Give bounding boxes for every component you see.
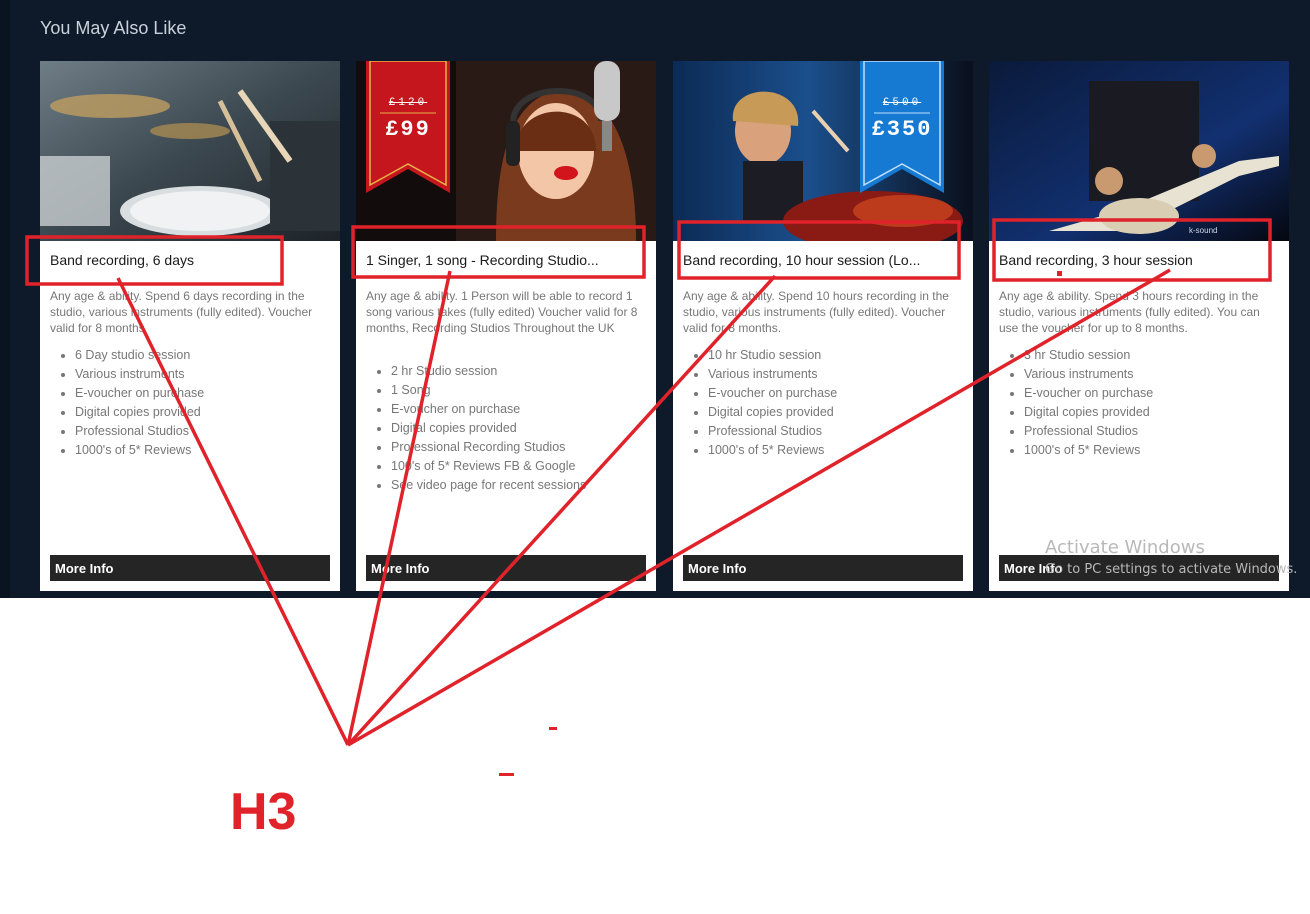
panel-edge [0, 0, 10, 598]
card-description: Any age & ability. Spend 10 hours record… [683, 289, 949, 335]
list-item: 100's of 5* Reviews FB & Google [391, 457, 586, 476]
card-title[interactable]: Band recording, 10 hour session (Lo... [683, 252, 920, 268]
feature-list: 2 hr Studio session 1 Song E-voucher on … [366, 362, 586, 495]
list-item: 3 hr Studio session [1024, 346, 1153, 365]
card-title[interactable]: Band recording, 3 hour session [999, 252, 1193, 268]
list-item: Digital copies provided [75, 403, 204, 422]
list-item: E-voucher on purchase [708, 384, 837, 403]
list-item: See video page for recent sessions [391, 476, 586, 495]
list-item: 2 hr Studio session [391, 362, 586, 381]
list-item: 1000's of 5* Reviews [75, 441, 204, 460]
feature-list: 3 hr Studio session Various instruments … [999, 346, 1153, 460]
product-card[interactable]: k-sound Band recording, 3 hour session A… [989, 61, 1289, 591]
card-image[interactable]: £120 £99 [356, 61, 656, 241]
list-item: Professional Studios [1024, 422, 1153, 441]
price-ribbon: £120 £99 [366, 61, 450, 193]
list-item: E-voucher on purchase [75, 384, 204, 403]
list-item: Digital copies provided [708, 403, 837, 422]
feature-list: 6 Day studio session Various instruments… [50, 346, 204, 460]
old-price: £120 [388, 97, 428, 109]
list-item: 1000's of 5* Reviews [708, 441, 837, 460]
sale-price: £350 [871, 117, 933, 142]
list-item: 6 Day studio session [75, 346, 204, 365]
old-price: £500 [882, 97, 922, 109]
product-card[interactable]: £120 £99 1 Singer, 1 song - Recording St… [356, 61, 656, 591]
more-info-button[interactable]: More Info [366, 555, 646, 581]
card-image[interactable]: £500 £350 [673, 61, 973, 241]
list-item: Various instruments [1024, 365, 1153, 384]
list-item: Various instruments [75, 365, 204, 384]
card-title[interactable]: Band recording, 6 days [50, 252, 194, 268]
list-item: 1 Song [391, 381, 586, 400]
section-title: You May Also Like [40, 18, 187, 38]
feature-list: 10 hr Studio session Various instruments… [683, 346, 837, 460]
card-description: Any age & ability. 1 Person will be able… [366, 289, 638, 335]
card-image[interactable]: k-sound [989, 61, 1289, 241]
svg-text:k-sound: k-sound [1189, 226, 1217, 235]
list-item: Digital copies provided [1024, 403, 1153, 422]
card-description: Any age & ability. Spend 6 days recordin… [50, 289, 313, 335]
more-info-button[interactable]: More Info [683, 555, 963, 581]
list-item: Various instruments [708, 365, 837, 384]
list-item: 10 hr Studio session [708, 346, 837, 365]
more-info-button[interactable]: More Info [50, 555, 330, 581]
card-title[interactable]: 1 Singer, 1 song - Recording Studio... [366, 252, 599, 268]
list-item: Professional Recording Studios [391, 438, 586, 457]
list-item: Professional Studios [75, 422, 204, 441]
annotation-mark [499, 773, 514, 776]
list-item: Professional Studios [708, 422, 837, 441]
recommendations-panel: You May Also Like Band recording, 6 days… [0, 0, 1310, 598]
annotation-label: H3 [230, 783, 297, 841]
annotation-mark [549, 727, 557, 730]
list-item: E-voucher on purchase [391, 400, 586, 419]
activate-windows-title: Activate Windows [1045, 537, 1205, 558]
price-ribbon: £500 £350 [860, 61, 944, 193]
list-item: Digital copies provided [391, 419, 586, 438]
product-card[interactable]: Band recording, 6 days Any age & ability… [40, 61, 340, 591]
card-image[interactable] [40, 61, 340, 241]
product-card[interactable]: £500 £350 Band recording, 10 hour sessio… [673, 61, 973, 591]
card-description: Any age & ability. Spend 3 hours recordi… [999, 289, 1260, 335]
list-item: E-voucher on purchase [1024, 384, 1153, 403]
activate-windows-subtitle: Go to PC settings to activate Windows. [1045, 562, 1298, 577]
list-item: 1000's of 5* Reviews [1024, 441, 1153, 460]
sale-price: £99 [385, 117, 431, 142]
